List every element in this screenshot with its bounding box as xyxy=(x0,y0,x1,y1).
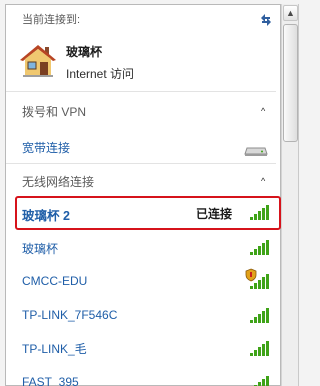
header-title: 当前连接到: xyxy=(22,14,81,26)
vertical-scrollbar[interactable]: ▲ xyxy=(281,4,299,386)
refresh-icon[interactable] xyxy=(258,12,274,28)
network-item-name[interactable]: 玻璃杯 2 xyxy=(22,205,70,224)
divider xyxy=(6,163,276,164)
network-item-name[interactable]: FAST_395 xyxy=(22,375,79,386)
house-icon xyxy=(20,45,56,77)
scroll-up-arrow-icon[interactable]: ▲ xyxy=(283,5,298,21)
section-dialup-label: 拨号和 VPN xyxy=(22,105,87,119)
wifi-signal-icon xyxy=(250,308,269,323)
network-item-name[interactable]: 玻璃杯 xyxy=(22,240,58,257)
collapse-wireless-chevron-icon[interactable]: ^ xyxy=(261,176,265,186)
wifi-signal-icon xyxy=(250,240,269,255)
wifi-signal-icon xyxy=(250,341,269,356)
network-item-name[interactable]: TP-LINK_7F546C xyxy=(22,308,117,322)
wifi-signal-icon xyxy=(254,376,269,386)
current-connection-status: Internet 访问 xyxy=(66,67,135,81)
modem-icon xyxy=(244,147,268,156)
divider xyxy=(6,91,276,92)
collapse-dialup-chevron-icon[interactable]: ^ xyxy=(261,106,265,116)
scroll-thumb[interactable] xyxy=(283,24,298,142)
network-item-name[interactable]: CMCC-EDU xyxy=(22,274,87,288)
broadband-connection-link[interactable]: 宽带连接 xyxy=(22,139,70,156)
current-connection-name: 玻璃杯 xyxy=(66,45,103,59)
network-item-name[interactable]: TP-LINK_毛 xyxy=(22,340,87,357)
network-connected-status: 已连接 xyxy=(196,207,233,221)
section-wireless-label: 无线网络连接 xyxy=(22,175,95,189)
security-shield-icon xyxy=(245,268,257,282)
wifi-signal-icon xyxy=(250,205,269,220)
